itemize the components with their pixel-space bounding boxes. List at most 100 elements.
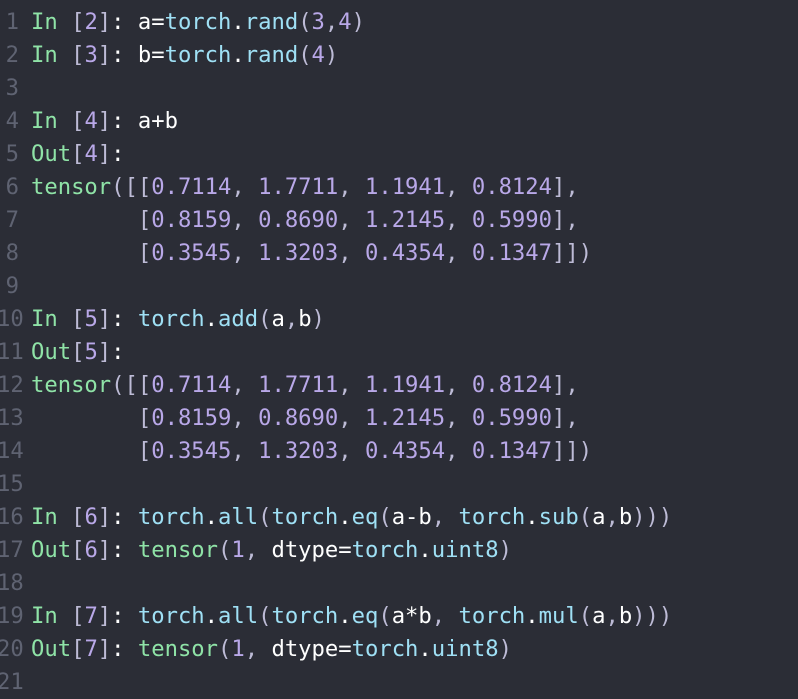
code-line: 8 [0.3545, 1.3203, 0.4354, 0.1347]]): [0, 237, 798, 270]
code-token: Out: [31, 537, 72, 563]
code-token: .: [231, 9, 245, 35]
line-number: 18: [0, 570, 24, 596]
code-token: ,: [338, 438, 365, 464]
code-token: torch: [271, 603, 339, 629]
code-token: torch: [164, 42, 232, 68]
code-editor[interactable]: 1 In [2]: a=torch.rand(3,4) 2 In [3]: b=tor…: [0, 0, 798, 695]
code-token: ,: [338, 240, 365, 266]
code-token: Out: [31, 339, 72, 365]
code-token: ]: [97, 504, 112, 530]
code-line: 4 In [4]: a+b: [0, 105, 798, 138]
line-number: 6: [5, 174, 19, 200]
code-token: ,: [605, 603, 619, 629]
code-token: (: [578, 603, 593, 629]
code-token: b: [618, 603, 633, 629]
line-number: 17: [0, 537, 24, 563]
code-token: dtype=: [271, 636, 352, 662]
code-token: ],: [552, 405, 579, 431]
code-text: In [2]: a=torch.rand(3,4): [31, 6, 365, 39]
code-token: torch: [351, 636, 419, 662]
code-token: sub: [538, 504, 579, 530]
code-token: (: [258, 603, 272, 629]
code-token: b: [298, 306, 312, 332]
code-token: (: [258, 306, 272, 332]
code-token: 4: [84, 141, 98, 167]
code-token: 3: [311, 9, 325, 35]
code-token: :: [111, 537, 125, 563]
code-token: 0.7114: [151, 372, 232, 398]
code-token: ,: [338, 405, 365, 431]
code-token: a=: [124, 9, 165, 35]
code-token: all: [218, 603, 259, 629]
code-token: ,: [231, 240, 259, 266]
code-token: [: [57, 603, 85, 629]
code-token: .: [338, 504, 352, 530]
code-line: 18: [0, 567, 798, 600]
code-token: ]]): [552, 240, 593, 266]
code-token: ,: [605, 504, 619, 530]
code-token: ([[: [111, 174, 152, 200]
code-token: 5: [84, 306, 98, 332]
code-token: (: [218, 537, 232, 563]
code-token: a: [592, 603, 606, 629]
line-number: 13: [0, 405, 24, 431]
code-token: 1.1941: [364, 174, 446, 200]
code-token: add: [218, 306, 259, 332]
code-token: dtype=: [271, 537, 352, 563]
line-number: 7: [5, 207, 19, 233]
code-token: ]: [97, 537, 112, 563]
code-text: In [7]: torch.all(torch.eq(a*b, torch.mu…: [31, 600, 672, 633]
code-token: rand: [244, 42, 299, 68]
code-text: In [6]: torch.all(torch.eq(a-b, torch.su…: [31, 501, 672, 534]
code-token: In: [31, 108, 58, 134]
code-token: b=: [124, 42, 165, 68]
code-token: [: [57, 108, 85, 134]
code-line: 9: [0, 270, 798, 303]
code-token: ]: [97, 42, 112, 68]
code-token: ,: [231, 405, 259, 431]
code-token: .: [204, 603, 219, 629]
code-token: 0.8159: [151, 207, 232, 233]
code-token: ,: [338, 372, 365, 398]
code-token: In: [31, 603, 58, 629]
code-text: Out[4]:: [31, 138, 125, 171]
line-number: 19: [0, 603, 24, 629]
code-text: In [5]: torch.add(a,b): [31, 303, 325, 336]
code-token: ,: [338, 207, 365, 233]
code-token: mul: [538, 603, 579, 629]
code-token: ,: [231, 207, 259, 233]
code-token: ): [498, 537, 512, 563]
code-token: ]: [97, 9, 112, 35]
code-token: torch: [458, 603, 526, 629]
code-token: 1: [231, 537, 245, 563]
code-text: [0.8159, 0.8690, 1.2145, 0.5990],: [31, 204, 579, 237]
code-token: 0.7114: [151, 174, 232, 200]
code-token: [: [57, 504, 85, 530]
code-token: uint8: [431, 636, 499, 662]
line-number: 15: [0, 471, 24, 497]
code-line: 3: [0, 72, 798, 105]
code-token: In: [31, 306, 58, 332]
code-token: torch: [137, 603, 205, 629]
line-number: 14: [0, 438, 24, 464]
code-token: ))): [632, 603, 673, 629]
code-token: ]: [97, 108, 112, 134]
code-line: 14 [0.3545, 1.3203, 0.4354, 0.1347]]): [0, 435, 798, 468]
line-number: 1: [5, 9, 19, 35]
code-token: [: [71, 339, 85, 365]
code-token: (: [218, 636, 232, 662]
code-token: 0.5990: [471, 405, 553, 431]
code-token: ): [498, 636, 512, 662]
code-token: 2: [84, 9, 98, 35]
code-line: 19 In [7]: torch.all(torch.eq(a*b, torch.…: [0, 600, 798, 633]
code-token: :: [111, 504, 125, 530]
code-line: 11 Out[5]:: [0, 336, 798, 369]
code-token: 0.3545: [151, 438, 232, 464]
code-token: a: [592, 504, 606, 530]
code-token: ,: [445, 240, 472, 266]
code-token: ,: [244, 636, 272, 662]
